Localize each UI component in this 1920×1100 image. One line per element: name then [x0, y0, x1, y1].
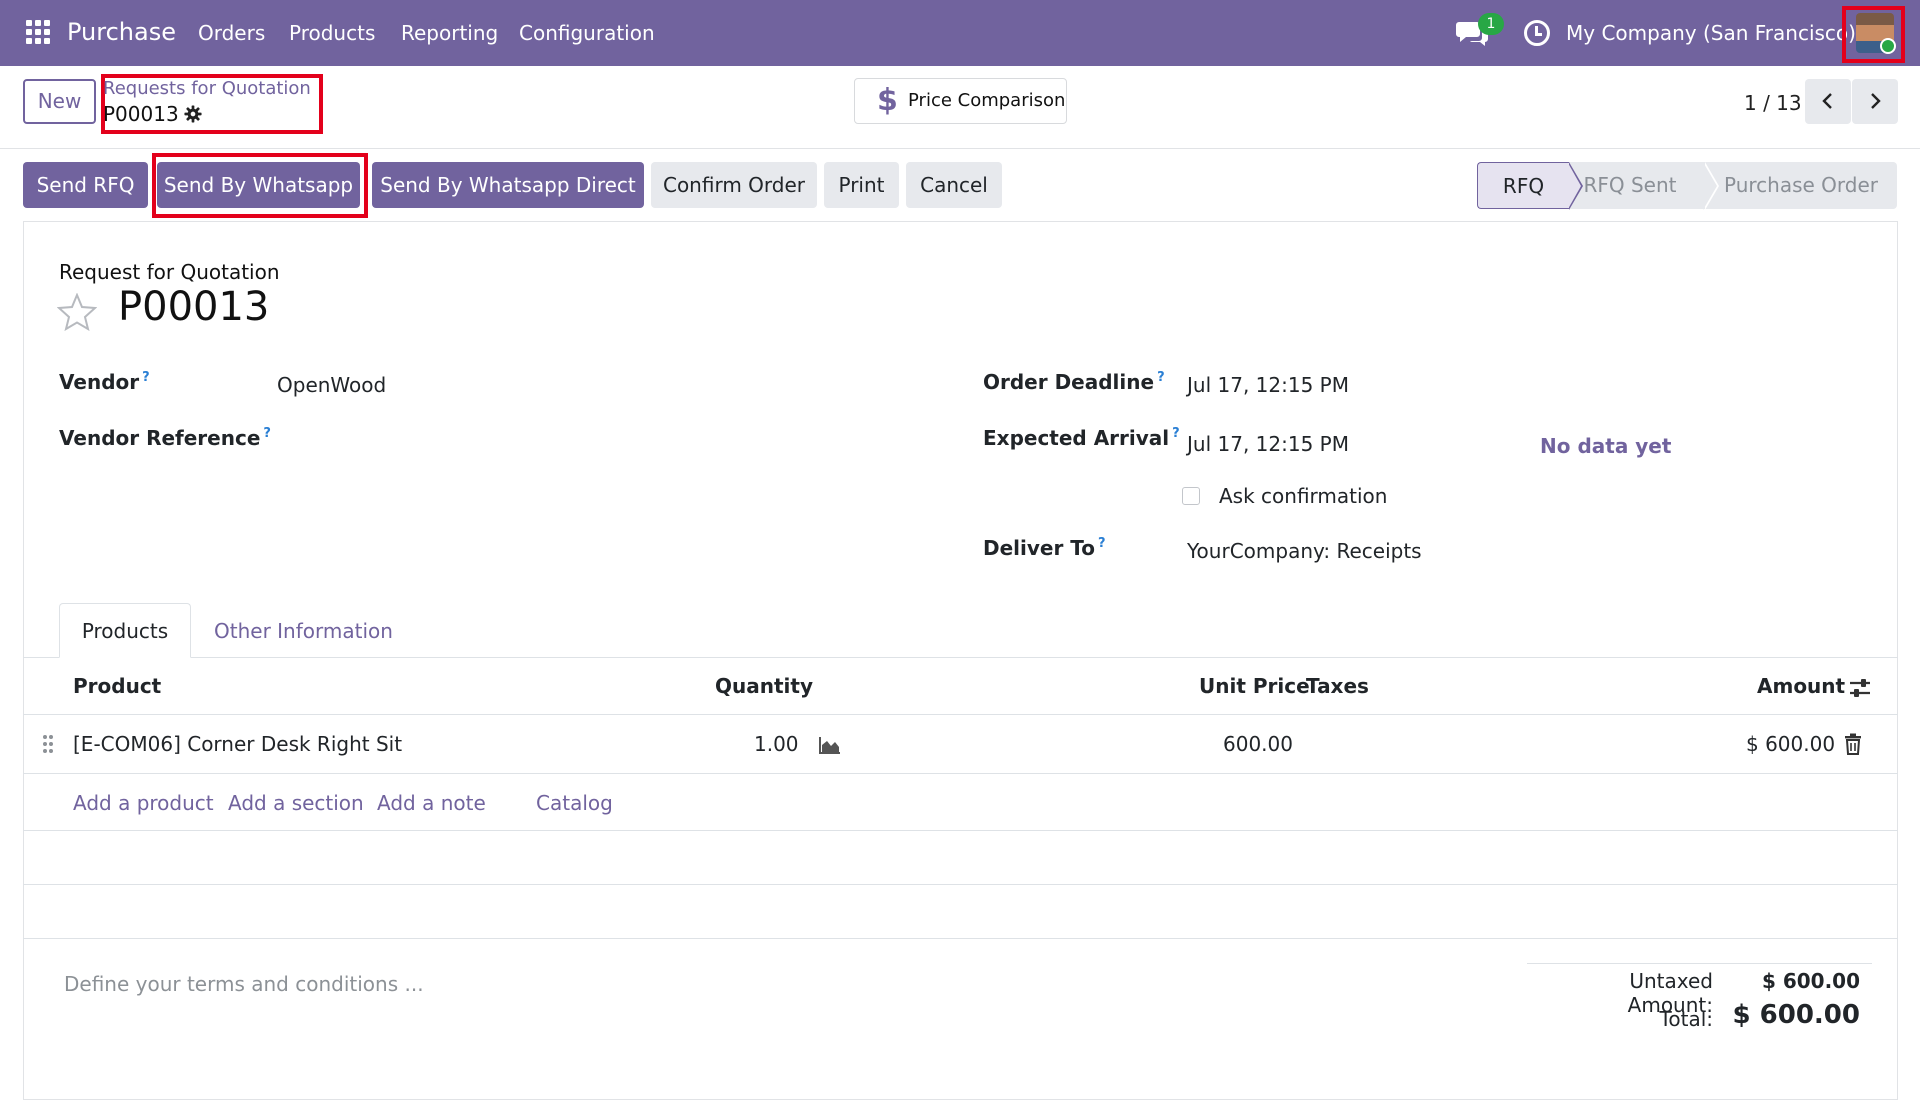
optional-columns-icon[interactable] [1848, 677, 1872, 699]
column-header-product[interactable]: Product [73, 674, 161, 698]
breadcrumb-parent-link[interactable]: Requests for Quotation [103, 78, 311, 99]
tab-underline [23, 657, 1898, 658]
form-title-label: Request for Quotation [59, 260, 280, 284]
cancel-button[interactable]: Cancel [906, 162, 1002, 208]
pager-previous-button[interactable] [1805, 79, 1851, 124]
no-data-yet-link[interactable]: No data yet [1540, 434, 1671, 458]
catalog-link[interactable]: Catalog [536, 791, 613, 815]
confirm-order-button[interactable]: Confirm Order [651, 162, 817, 208]
help-tooltip-icon[interactable]: ? [263, 426, 271, 441]
area-chart-icon[interactable] [818, 735, 842, 755]
table-row-divider [23, 938, 1898, 939]
table-row-divider [23, 773, 1898, 774]
send-by-whatsapp-direct-button[interactable]: Send By Whatsapp Direct [372, 162, 644, 208]
company-switcher[interactable]: My Company (San Francisco) [1566, 21, 1856, 45]
deliver-to-label: Deliver To? [983, 536, 1106, 560]
line-amount: $ 600.00 [1746, 732, 1836, 756]
chevron-right-icon [1871, 93, 1881, 109]
menu-products[interactable]: Products [289, 21, 375, 45]
help-tooltip-icon[interactable]: ? [1172, 426, 1180, 441]
apps-grid-icon[interactable] [26, 20, 50, 44]
trash-icon[interactable] [1844, 733, 1862, 755]
breadcrumb-current: P00013 [103, 102, 179, 126]
line-quantity[interactable]: 1.00 [754, 732, 799, 756]
price-comparison-label: Price Comparison [908, 90, 1066, 111]
status-separator [1568, 163, 1581, 209]
vendor-label: Vendor? [59, 370, 150, 394]
untaxed-amount-value: $ 600.00 [1761, 969, 1860, 993]
activity-clock-icon[interactable] [1524, 20, 1550, 46]
whatsapp-highlight-box [152, 153, 368, 218]
help-tooltip-icon[interactable]: ? [1098, 536, 1106, 551]
add-section-link[interactable]: Add a section [228, 791, 364, 815]
new-button[interactable]: New [23, 79, 96, 124]
order-deadline-label: Order Deadline? [983, 370, 1165, 394]
column-header-quantity[interactable]: Quantity [715, 674, 813, 698]
record-name: P00013 [118, 284, 270, 330]
online-status-dot [1880, 38, 1896, 54]
table-header-divider [23, 714, 1898, 715]
column-header-taxes[interactable]: Taxes [1306, 674, 1369, 698]
column-header-amount[interactable]: Amount [1757, 674, 1845, 698]
table-row-divider [23, 884, 1898, 885]
vendor-field[interactable]: OpenWood [277, 373, 386, 397]
total-value: $ 600.00 [1732, 1000, 1860, 1030]
order-deadline-field[interactable]: Jul 17, 12:15 PM [1187, 373, 1349, 397]
vendor-reference-label: Vendor Reference? [59, 426, 271, 450]
totals-divider [1527, 963, 1872, 964]
tab-products[interactable]: Products [59, 603, 191, 658]
tab-other-information[interactable]: Other Information [214, 619, 393, 643]
expected-arrival-label: Expected Arrival? [983, 426, 1180, 450]
column-header-unit-price[interactable]: Unit Price [1199, 674, 1310, 698]
terms-and-conditions-field[interactable]: Define your terms and conditions ... [64, 972, 424, 996]
total-label: Total: [1659, 1007, 1713, 1031]
line-product[interactable]: [E-COM06] Corner Desk Right Sit [73, 732, 402, 756]
add-note-link[interactable]: Add a note [377, 791, 486, 815]
ask-confirmation-checkbox[interactable] [1182, 487, 1200, 505]
add-product-link[interactable]: Add a product [73, 791, 214, 815]
pager-next-button[interactable] [1852, 79, 1898, 124]
control-panel-divider [0, 148, 1920, 149]
menu-configuration[interactable]: Configuration [519, 21, 655, 45]
menu-orders[interactable]: Orders [198, 21, 265, 45]
send-rfq-button[interactable]: Send RFQ [23, 162, 148, 208]
dollar-icon: $ [877, 83, 898, 118]
chat-count-badge: 1 [1478, 13, 1504, 35]
star-icon[interactable] [57, 293, 97, 331]
top-navbar: Purchase Orders Products Reporting Confi… [0, 0, 1920, 66]
print-button[interactable]: Print [824, 162, 899, 208]
app-name[interactable]: Purchase [67, 18, 176, 46]
deliver-to-field[interactable]: YourCompany: Receipts [1187, 539, 1422, 563]
status-rfq[interactable]: RFQ [1477, 162, 1569, 209]
price-comparison-button[interactable]: $ Price Comparison [854, 78, 1067, 124]
ask-confirmation-label: Ask confirmation [1219, 484, 1388, 508]
vendor-reference-field[interactable] [277, 420, 877, 454]
line-unit-price[interactable]: 600.00 [1223, 732, 1293, 756]
table-row-divider [23, 830, 1898, 831]
gear-icon[interactable] [184, 105, 202, 123]
status-separator [1703, 162, 1717, 210]
help-tooltip-icon[interactable]: ? [1157, 370, 1165, 385]
status-purchase-order[interactable]: Purchase Order [1705, 162, 1897, 209]
expected-arrival-field[interactable]: Jul 17, 12:15 PM [1187, 432, 1349, 456]
menu-reporting[interactable]: Reporting [401, 21, 498, 45]
help-tooltip-icon[interactable]: ? [142, 370, 150, 385]
chevron-left-icon [1822, 93, 1832, 109]
drag-handle-icon[interactable] [42, 734, 54, 754]
pager-value[interactable]: 1 / 13 [1744, 91, 1802, 115]
